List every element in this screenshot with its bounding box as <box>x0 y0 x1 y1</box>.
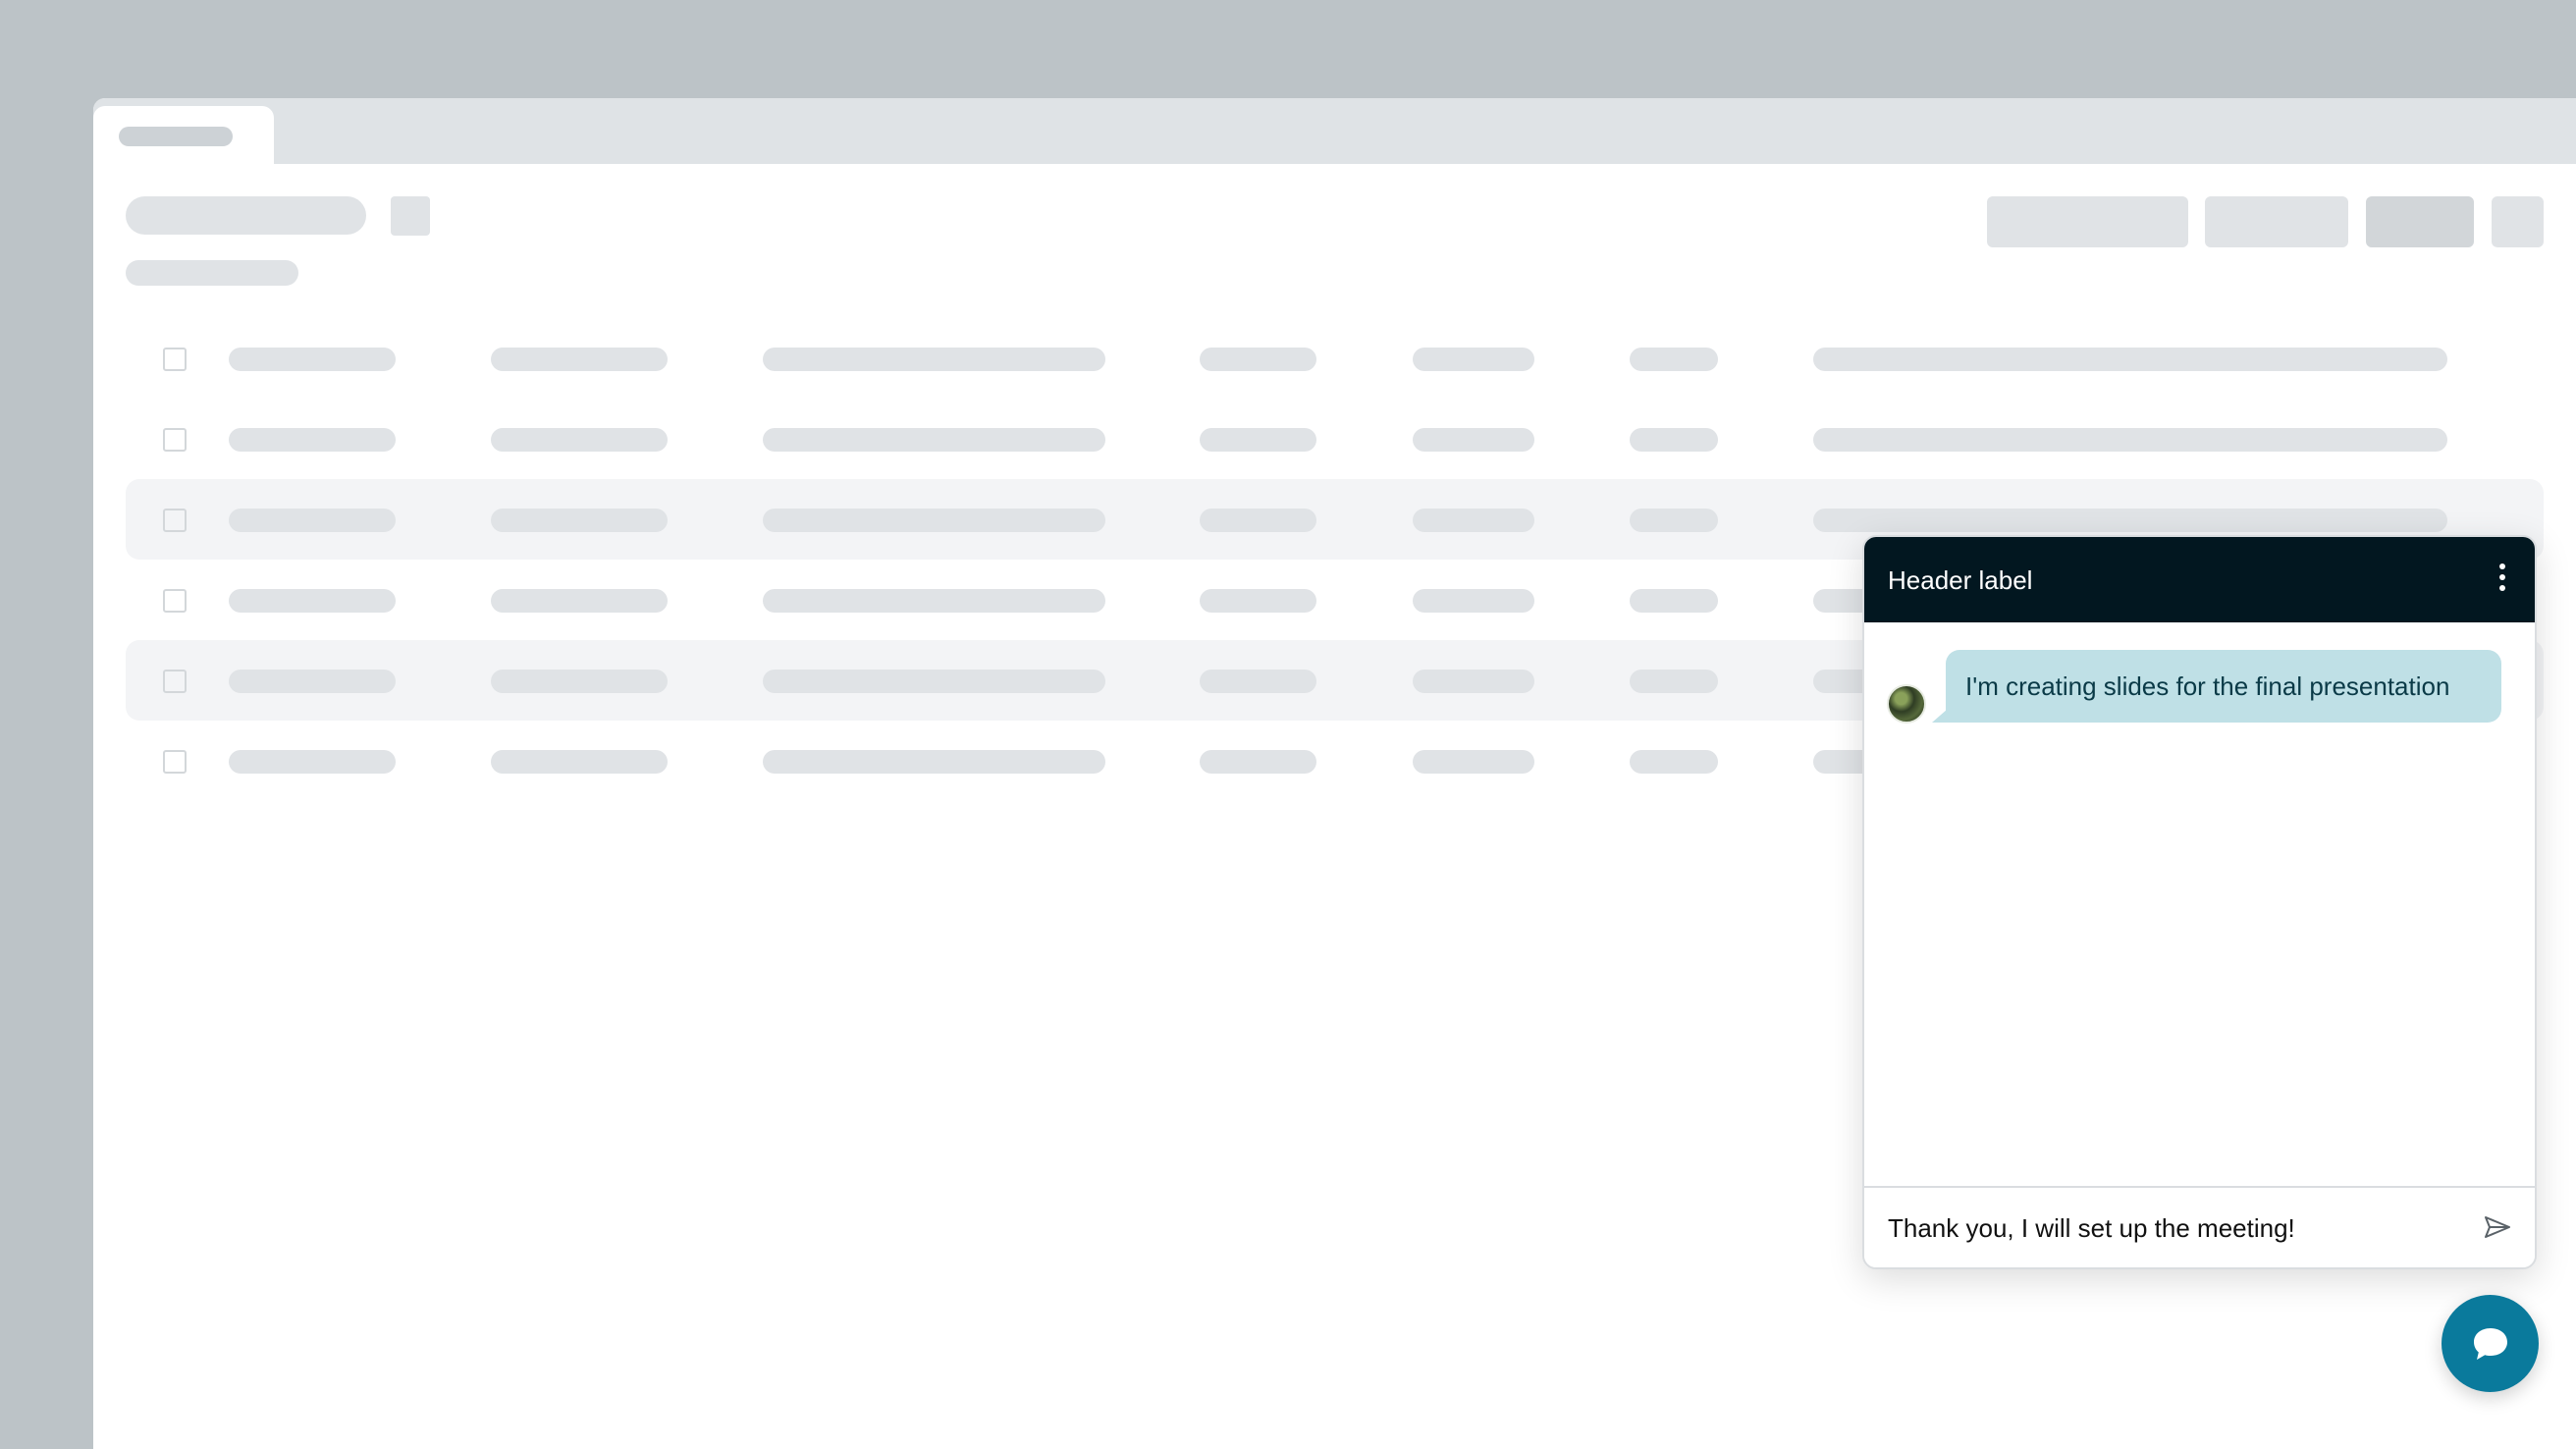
table-cell-placeholder <box>229 750 396 774</box>
table-cell-placeholder <box>491 670 668 693</box>
row-checkbox[interactable] <box>163 509 187 532</box>
toolbar-button-placeholder-3[interactable] <box>2366 196 2474 247</box>
row-checkbox[interactable] <box>163 348 187 371</box>
tab-bar <box>93 98 2576 164</box>
table-row[interactable] <box>126 318 2544 399</box>
table-cell-placeholder <box>1630 750 1718 774</box>
row-checkbox[interactable] <box>163 428 187 452</box>
chat-header: Header label <box>1864 537 2535 622</box>
table-cell-placeholder <box>491 750 668 774</box>
table-cell-placeholder <box>229 589 396 613</box>
table-cell-placeholder <box>1630 428 1718 452</box>
message-bubble: I'm creating slides for the final presen… <box>1946 650 2501 723</box>
toolbar-button-placeholder-2[interactable] <box>2205 196 2348 247</box>
table-cell-placeholder <box>1630 348 1718 371</box>
table-cell-placeholder <box>1200 428 1316 452</box>
table-cell-placeholder <box>1813 428 2447 452</box>
row-checkbox[interactable] <box>163 589 187 613</box>
toolbar-button-placeholder-4[interactable] <box>2492 196 2544 247</box>
table-cell-placeholder <box>1413 589 1534 613</box>
table-cell-placeholder <box>1200 348 1316 371</box>
table-cell-placeholder <box>491 348 668 371</box>
page-title-placeholder <box>126 196 366 235</box>
table-cell-placeholder <box>1630 509 1718 532</box>
table-cell-placeholder <box>1413 670 1534 693</box>
table-cell-placeholder <box>763 348 1105 371</box>
avatar <box>1887 684 1926 724</box>
table-cell-placeholder <box>763 509 1105 532</box>
chat-header-label: Header label <box>1888 565 2033 595</box>
table-cell-placeholder <box>229 509 396 532</box>
title-icon-placeholder <box>391 196 430 236</box>
table-cell-placeholder <box>1630 589 1718 613</box>
table-cell-placeholder <box>491 428 668 452</box>
chat-panel: Header label I'm creating slides for the… <box>1862 535 2537 1269</box>
more-vertical-icon[interactable] <box>2497 564 2507 595</box>
table-cell-placeholder <box>1413 750 1534 774</box>
row-checkbox[interactable] <box>163 750 187 774</box>
message-text: I'm creating slides for the final presen… <box>1965 671 2450 701</box>
table-cell-placeholder <box>229 348 396 371</box>
tab-label-placeholder <box>119 127 233 146</box>
table-cell-placeholder <box>1200 750 1316 774</box>
table-cell-placeholder <box>1630 670 1718 693</box>
chat-launcher-button[interactable] <box>2442 1295 2539 1392</box>
message-composer <box>1864 1186 2535 1267</box>
table-cell-placeholder <box>1813 348 2447 371</box>
table-cell-placeholder <box>491 509 668 532</box>
row-checkbox[interactable] <box>163 670 187 693</box>
table-cell-placeholder <box>229 670 396 693</box>
table-cell-placeholder <box>1413 509 1534 532</box>
send-icon[interactable] <box>2482 1211 2513 1243</box>
table-row[interactable] <box>126 399 2544 479</box>
table-cell-placeholder <box>1413 428 1534 452</box>
page-subtitle-placeholder <box>126 260 298 286</box>
table-cell-placeholder <box>1200 589 1316 613</box>
table-cell-placeholder <box>763 428 1105 452</box>
table-cell-placeholder <box>763 589 1105 613</box>
message-input[interactable] <box>1888 1209 2457 1247</box>
table-cell-placeholder <box>229 428 396 452</box>
table-cell-placeholder <box>491 589 668 613</box>
toolbar-button-placeholder-1[interactable] <box>1987 196 2188 247</box>
active-tab[interactable] <box>93 106 274 164</box>
table-cell-placeholder <box>1413 348 1534 371</box>
table-cell-placeholder <box>1200 509 1316 532</box>
table-cell-placeholder <box>763 750 1105 774</box>
table-cell-placeholder <box>1813 509 2447 532</box>
table-cell-placeholder <box>763 670 1105 693</box>
table-cell-placeholder <box>1200 670 1316 693</box>
